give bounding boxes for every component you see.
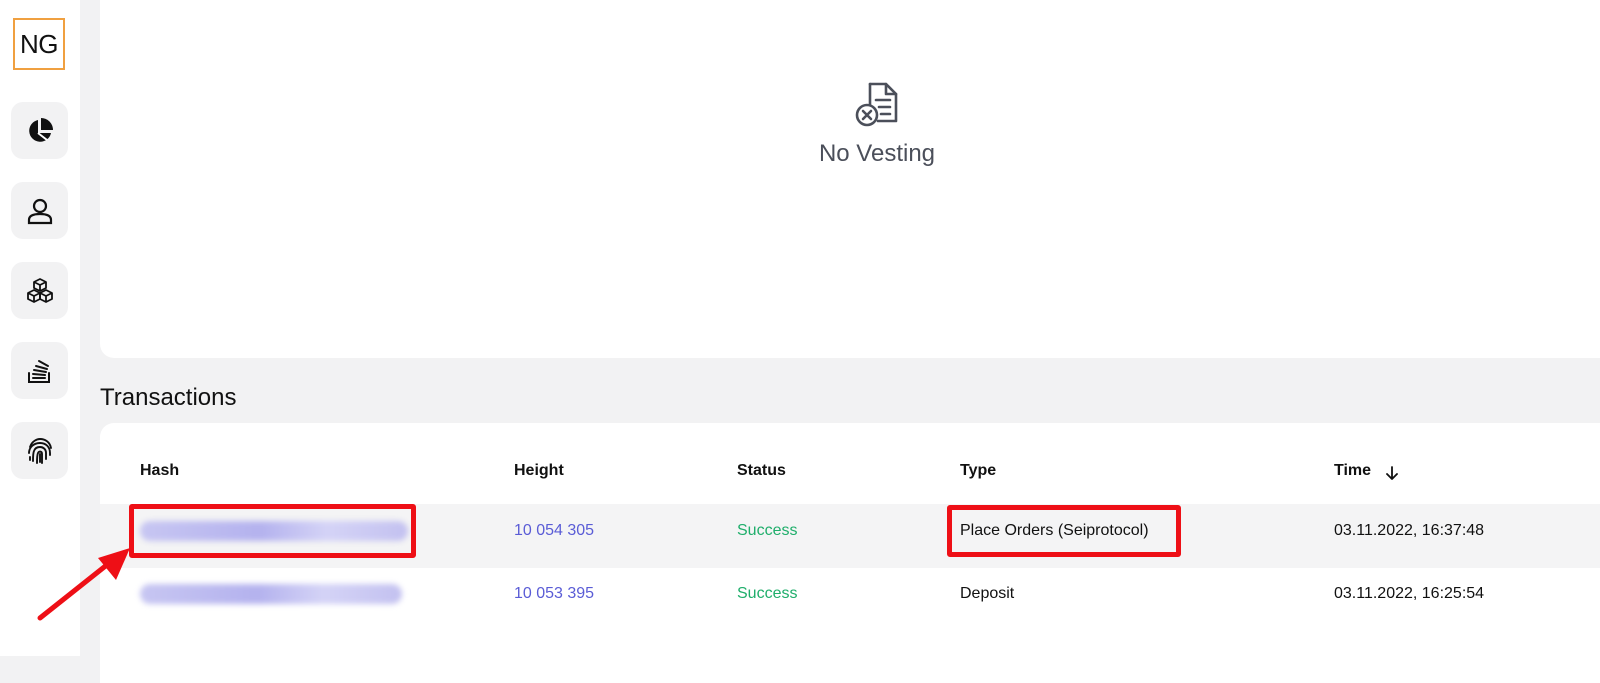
blocks-icon [26, 277, 53, 303]
highlight-box-hash [129, 504, 416, 558]
section-title: Transactions [100, 384, 237, 411]
tx-time: 03.11.2022, 16:37:48 [1334, 522, 1485, 539]
sidebar-item-account[interactable] [11, 182, 68, 239]
sidebar-item-fingerprint[interactable] [11, 422, 68, 479]
column-header-hash: Hash [140, 462, 180, 479]
document-x-icon [855, 82, 898, 127]
logo[interactable]: NG [13, 18, 65, 70]
pie-chart-icon [28, 117, 53, 142]
vesting-card [100, 0, 1600, 358]
annotation-arrow [37, 548, 130, 621]
column-header-time[interactable]: Time [1334, 462, 1371, 480]
column-header-status: Status [737, 462, 786, 479]
status-badge: Success [737, 522, 798, 539]
tx-time: 03.11.2022, 16:25:54 [1334, 585, 1485, 602]
arrow-down-icon[interactable] [1384, 464, 1400, 482]
empty-state-text: No Vesting [818, 140, 936, 167]
status-badge: Success [737, 585, 798, 602]
column-header-height: Height [514, 462, 564, 479]
highlight-box-type [947, 505, 1181, 557]
hash-link[interactable] [140, 584, 402, 604]
sidebar-item-dashboard[interactable] [11, 102, 68, 159]
tx-type: Deposit [960, 585, 1015, 602]
column-header-type: Type [960, 462, 997, 479]
sidebar-item-stack[interactable] [11, 342, 68, 399]
height-link[interactable]: 10 054 305 [514, 522, 594, 540]
sidebar-item-blocks[interactable] [11, 262, 68, 319]
user-icon [27, 198, 52, 224]
logo-text: NG [20, 28, 59, 59]
stack-icon [27, 359, 50, 383]
height-link[interactable]: 10 053 395 [514, 585, 594, 603]
fingerprint-icon [27, 437, 52, 464]
